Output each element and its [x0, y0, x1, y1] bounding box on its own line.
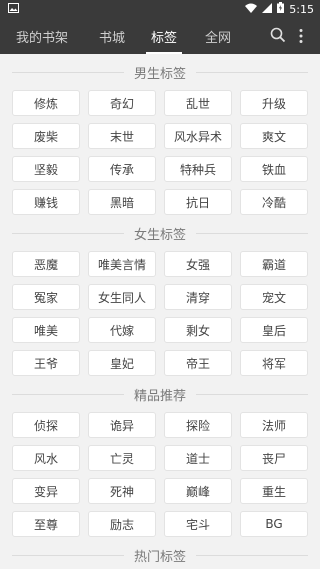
tag-button[interactable]: 霸道: [240, 251, 308, 277]
tag-button[interactable]: 清穿: [164, 284, 232, 310]
tag-button[interactable]: 变异: [12, 478, 80, 504]
search-icon[interactable]: [270, 27, 286, 47]
tag-button[interactable]: 探险: [164, 412, 232, 438]
tag-button[interactable]: 风水: [12, 445, 80, 471]
tag-button[interactable]: 唯美: [12, 317, 80, 343]
status-time: 5:15: [289, 2, 314, 16]
section-title: 热门标签: [134, 549, 187, 565]
divider: [196, 554, 309, 556]
tag-button[interactable]: 死神: [88, 478, 156, 504]
section-header: 精品推荐: [12, 376, 309, 412]
tag-button[interactable]: 王爷: [12, 350, 80, 376]
image-notification-icon: [8, 2, 19, 16]
tag-button[interactable]: 道士: [164, 445, 232, 471]
tag-button[interactable]: 代嫁: [88, 317, 156, 343]
divider: [196, 71, 309, 73]
tag-button[interactable]: 升级: [240, 90, 308, 116]
battery-icon: [277, 2, 285, 16]
wifi-icon: [245, 3, 258, 16]
tag-grid: 修炼 奇幻 乱世 升级 废柴 末世 风水异术 爽文 坚毅 传承 特种兵 铁血 赚…: [0, 90, 320, 215]
tag-button[interactable]: 风水异术: [164, 123, 232, 149]
divider: [12, 554, 124, 556]
tag-button[interactable]: 将军: [240, 350, 308, 376]
divider: [12, 232, 124, 234]
section-hot-tags: 热门标签: [0, 537, 320, 569]
tag-button[interactable]: 废柴: [12, 123, 80, 149]
divider: [196, 393, 309, 395]
section-female-tags: 女生标签 恶魔 唯美言情 女强 霸道 冤家 女生同人 清穿 宠文 唯美 代嫁 剩…: [0, 215, 320, 376]
tag-button[interactable]: 巅峰: [164, 478, 232, 504]
tag-button[interactable]: 传承: [88, 156, 156, 182]
tags-content[interactable]: 男生标签 修炼 奇幻 乱世 升级 废柴 末世 风水异术 爽文 坚毅 传承 特种兵…: [0, 54, 320, 569]
top-nav-bar: 我的书架 书城 标签 全网: [0, 18, 320, 54]
more-options-icon[interactable]: [298, 28, 304, 48]
tag-button[interactable]: 唯美言情: [88, 251, 156, 277]
tab-tags[interactable]: 标签: [142, 18, 186, 54]
tag-button[interactable]: 赚钱: [12, 189, 80, 215]
tab-bookshelf[interactable]: 我的书架: [12, 18, 72, 54]
tag-button[interactable]: 女生同人: [88, 284, 156, 310]
status-bar: 5:15: [0, 0, 320, 18]
tag-button[interactable]: 励志: [88, 511, 156, 537]
tag-button[interactable]: 法师: [240, 412, 308, 438]
tag-button[interactable]: 宅斗: [164, 511, 232, 537]
tag-button[interactable]: 帝王: [164, 350, 232, 376]
tab-bookstore[interactable]: 书城: [90, 18, 134, 54]
tag-button[interactable]: 宠文: [240, 284, 308, 310]
section-recommended: 精品推荐 侦探 诡异 探险 法师 风水 亡灵 道士 丧尸 变异 死神 巅峰 重生…: [0, 376, 320, 537]
tag-button[interactable]: 修炼: [12, 90, 80, 116]
tag-button[interactable]: 恶魔: [12, 251, 80, 277]
section-title: 女生标签: [134, 227, 187, 243]
tag-button[interactable]: 乱世: [164, 90, 232, 116]
section-title: 男生标签: [134, 66, 187, 82]
tag-button[interactable]: 皇后: [240, 317, 308, 343]
tag-button[interactable]: 侦探: [12, 412, 80, 438]
tag-button[interactable]: 诡异: [88, 412, 156, 438]
signal-icon: [262, 2, 273, 16]
section-title: 精品推荐: [134, 388, 187, 404]
tag-grid: 侦探 诡异 探险 法师 风水 亡灵 道士 丧尸 变异 死神 巅峰 重生 至尊 励…: [0, 412, 320, 537]
section-header: 女生标签: [12, 215, 309, 251]
tag-button[interactable]: BG: [240, 511, 308, 537]
tag-button[interactable]: 至尊: [12, 511, 80, 537]
tag-button[interactable]: 爽文: [240, 123, 308, 149]
section-header: 热门标签: [12, 537, 309, 569]
section-header: 男生标签: [12, 54, 309, 90]
tag-button[interactable]: 奇幻: [88, 90, 156, 116]
tag-button[interactable]: 抗日: [164, 189, 232, 215]
tag-button[interactable]: 丧尸: [240, 445, 308, 471]
tag-button[interactable]: 冤家: [12, 284, 80, 310]
tag-button[interactable]: 末世: [88, 123, 156, 149]
tag-button[interactable]: 冷酷: [240, 189, 308, 215]
tag-button[interactable]: 亡灵: [88, 445, 156, 471]
tag-button[interactable]: 坚毅: [12, 156, 80, 182]
tag-button[interactable]: 剩女: [164, 317, 232, 343]
tag-button[interactable]: 女强: [164, 251, 232, 277]
tag-button[interactable]: 黑暗: [88, 189, 156, 215]
tag-button[interactable]: 特种兵: [164, 156, 232, 182]
tab-all-web[interactable]: 全网: [196, 18, 240, 54]
tag-button[interactable]: 重生: [240, 478, 308, 504]
tag-button[interactable]: 皇妃: [88, 350, 156, 376]
divider: [196, 232, 309, 234]
divider: [12, 393, 124, 395]
tag-button[interactable]: 铁血: [240, 156, 308, 182]
tag-grid: 恶魔 唯美言情 女强 霸道 冤家 女生同人 清穿 宠文 唯美 代嫁 剩女 皇后 …: [0, 251, 320, 376]
section-male-tags: 男生标签 修炼 奇幻 乱世 升级 废柴 末世 风水异术 爽文 坚毅 传承 特种兵…: [0, 54, 320, 215]
divider: [12, 71, 124, 73]
